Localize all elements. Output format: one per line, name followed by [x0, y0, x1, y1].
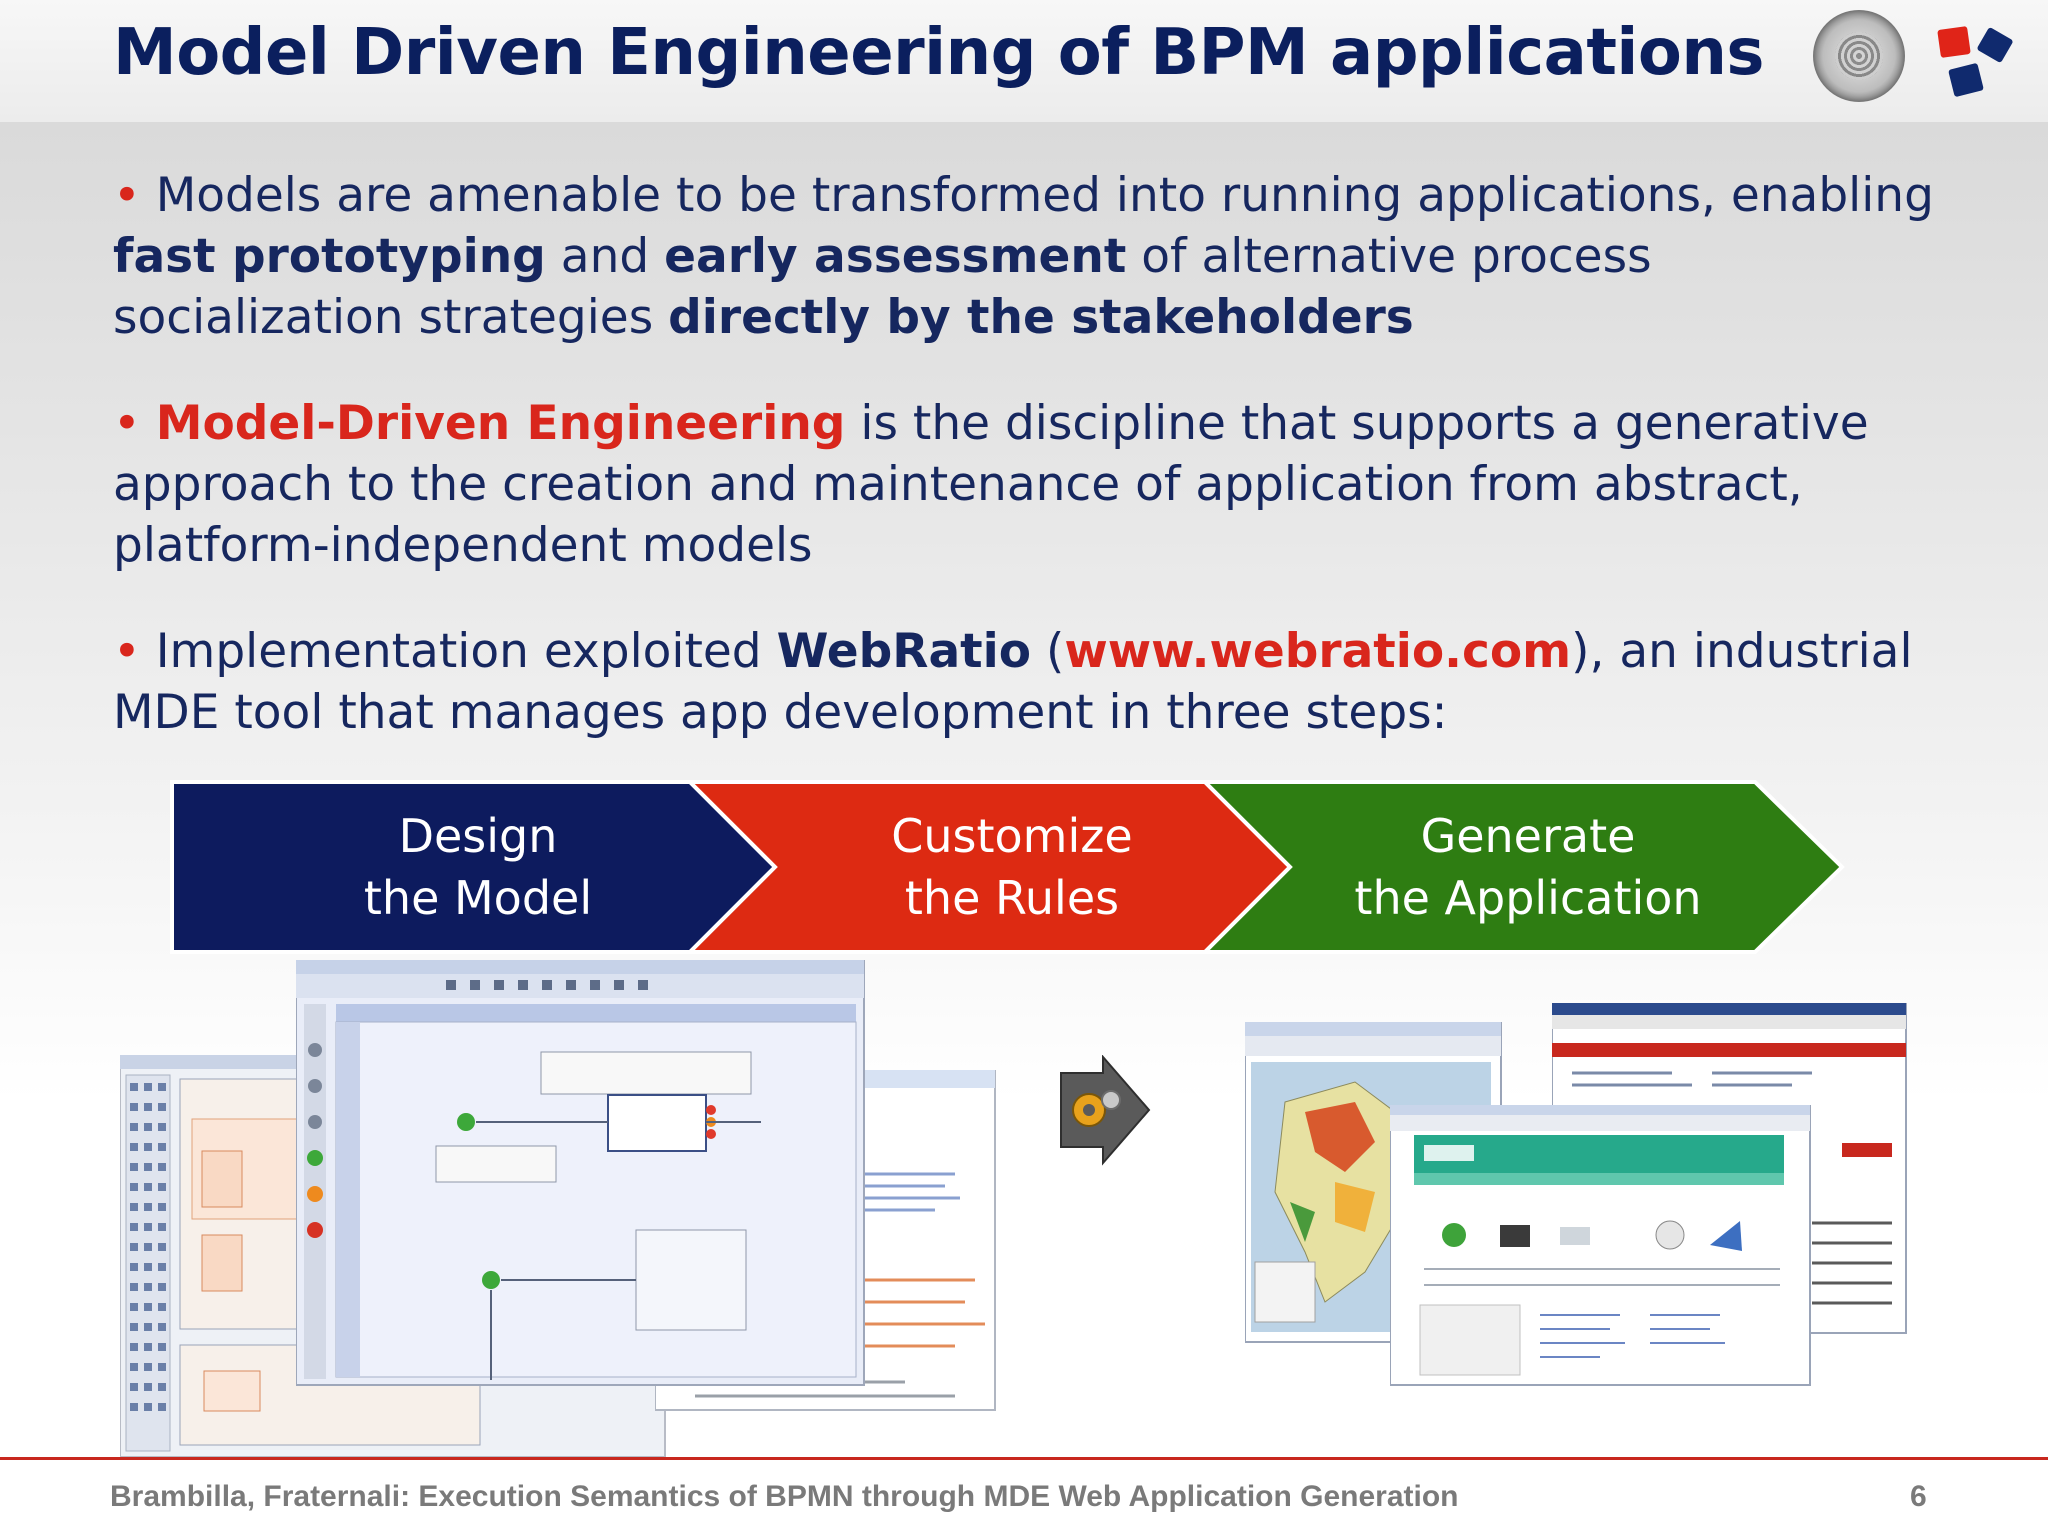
step-design-line1: Design [399, 809, 558, 863]
step-customize-arrow [685, 780, 1293, 954]
process-steps: Design the Model Customize the Rules Gen… [170, 780, 1845, 954]
step-generate-line1: Generate [1421, 809, 1636, 863]
step-design-line2: the Model [364, 871, 592, 925]
step-customize-line2: the Rules [905, 871, 1119, 925]
bullet-list: • Models are amenable to be transformed … [113, 165, 1943, 788]
process-diagram-screenshot [296, 960, 865, 1386]
step-customize-line1: Customize [891, 809, 1132, 863]
webshop-app-screenshot [1390, 1105, 1811, 1386]
footer-citation: Brambilla, Fraternali: Execution Semanti… [110, 1480, 1459, 1513]
step-generate-line2: the Application [1354, 871, 1701, 925]
university-seal-icon [1813, 10, 1905, 102]
bullet-marker: • [113, 396, 141, 451]
webratio-link[interactable]: www.webratio.com [1064, 624, 1571, 679]
slide-title: Model Driven Engineering of BPM applicat… [113, 16, 1764, 90]
bullet-1: • Models are amenable to be transformed … [113, 168, 1934, 345]
bullet-marker: • [113, 168, 141, 223]
page-number: 6 [1910, 1480, 1927, 1513]
footer-divider [0, 1457, 2048, 1460]
bullet-3: • Implementation exploited WebRatio (www… [113, 624, 1913, 740]
bullet-2: • Model-Driven Engineering is the discip… [113, 396, 1869, 573]
gear-arrow-icon [1060, 1055, 1151, 1166]
step-generate-arrow [1200, 780, 1845, 954]
bullet-marker: • [113, 624, 141, 679]
step-design-arrow [170, 780, 778, 954]
webratio-logo-icon [1937, 26, 2013, 97]
